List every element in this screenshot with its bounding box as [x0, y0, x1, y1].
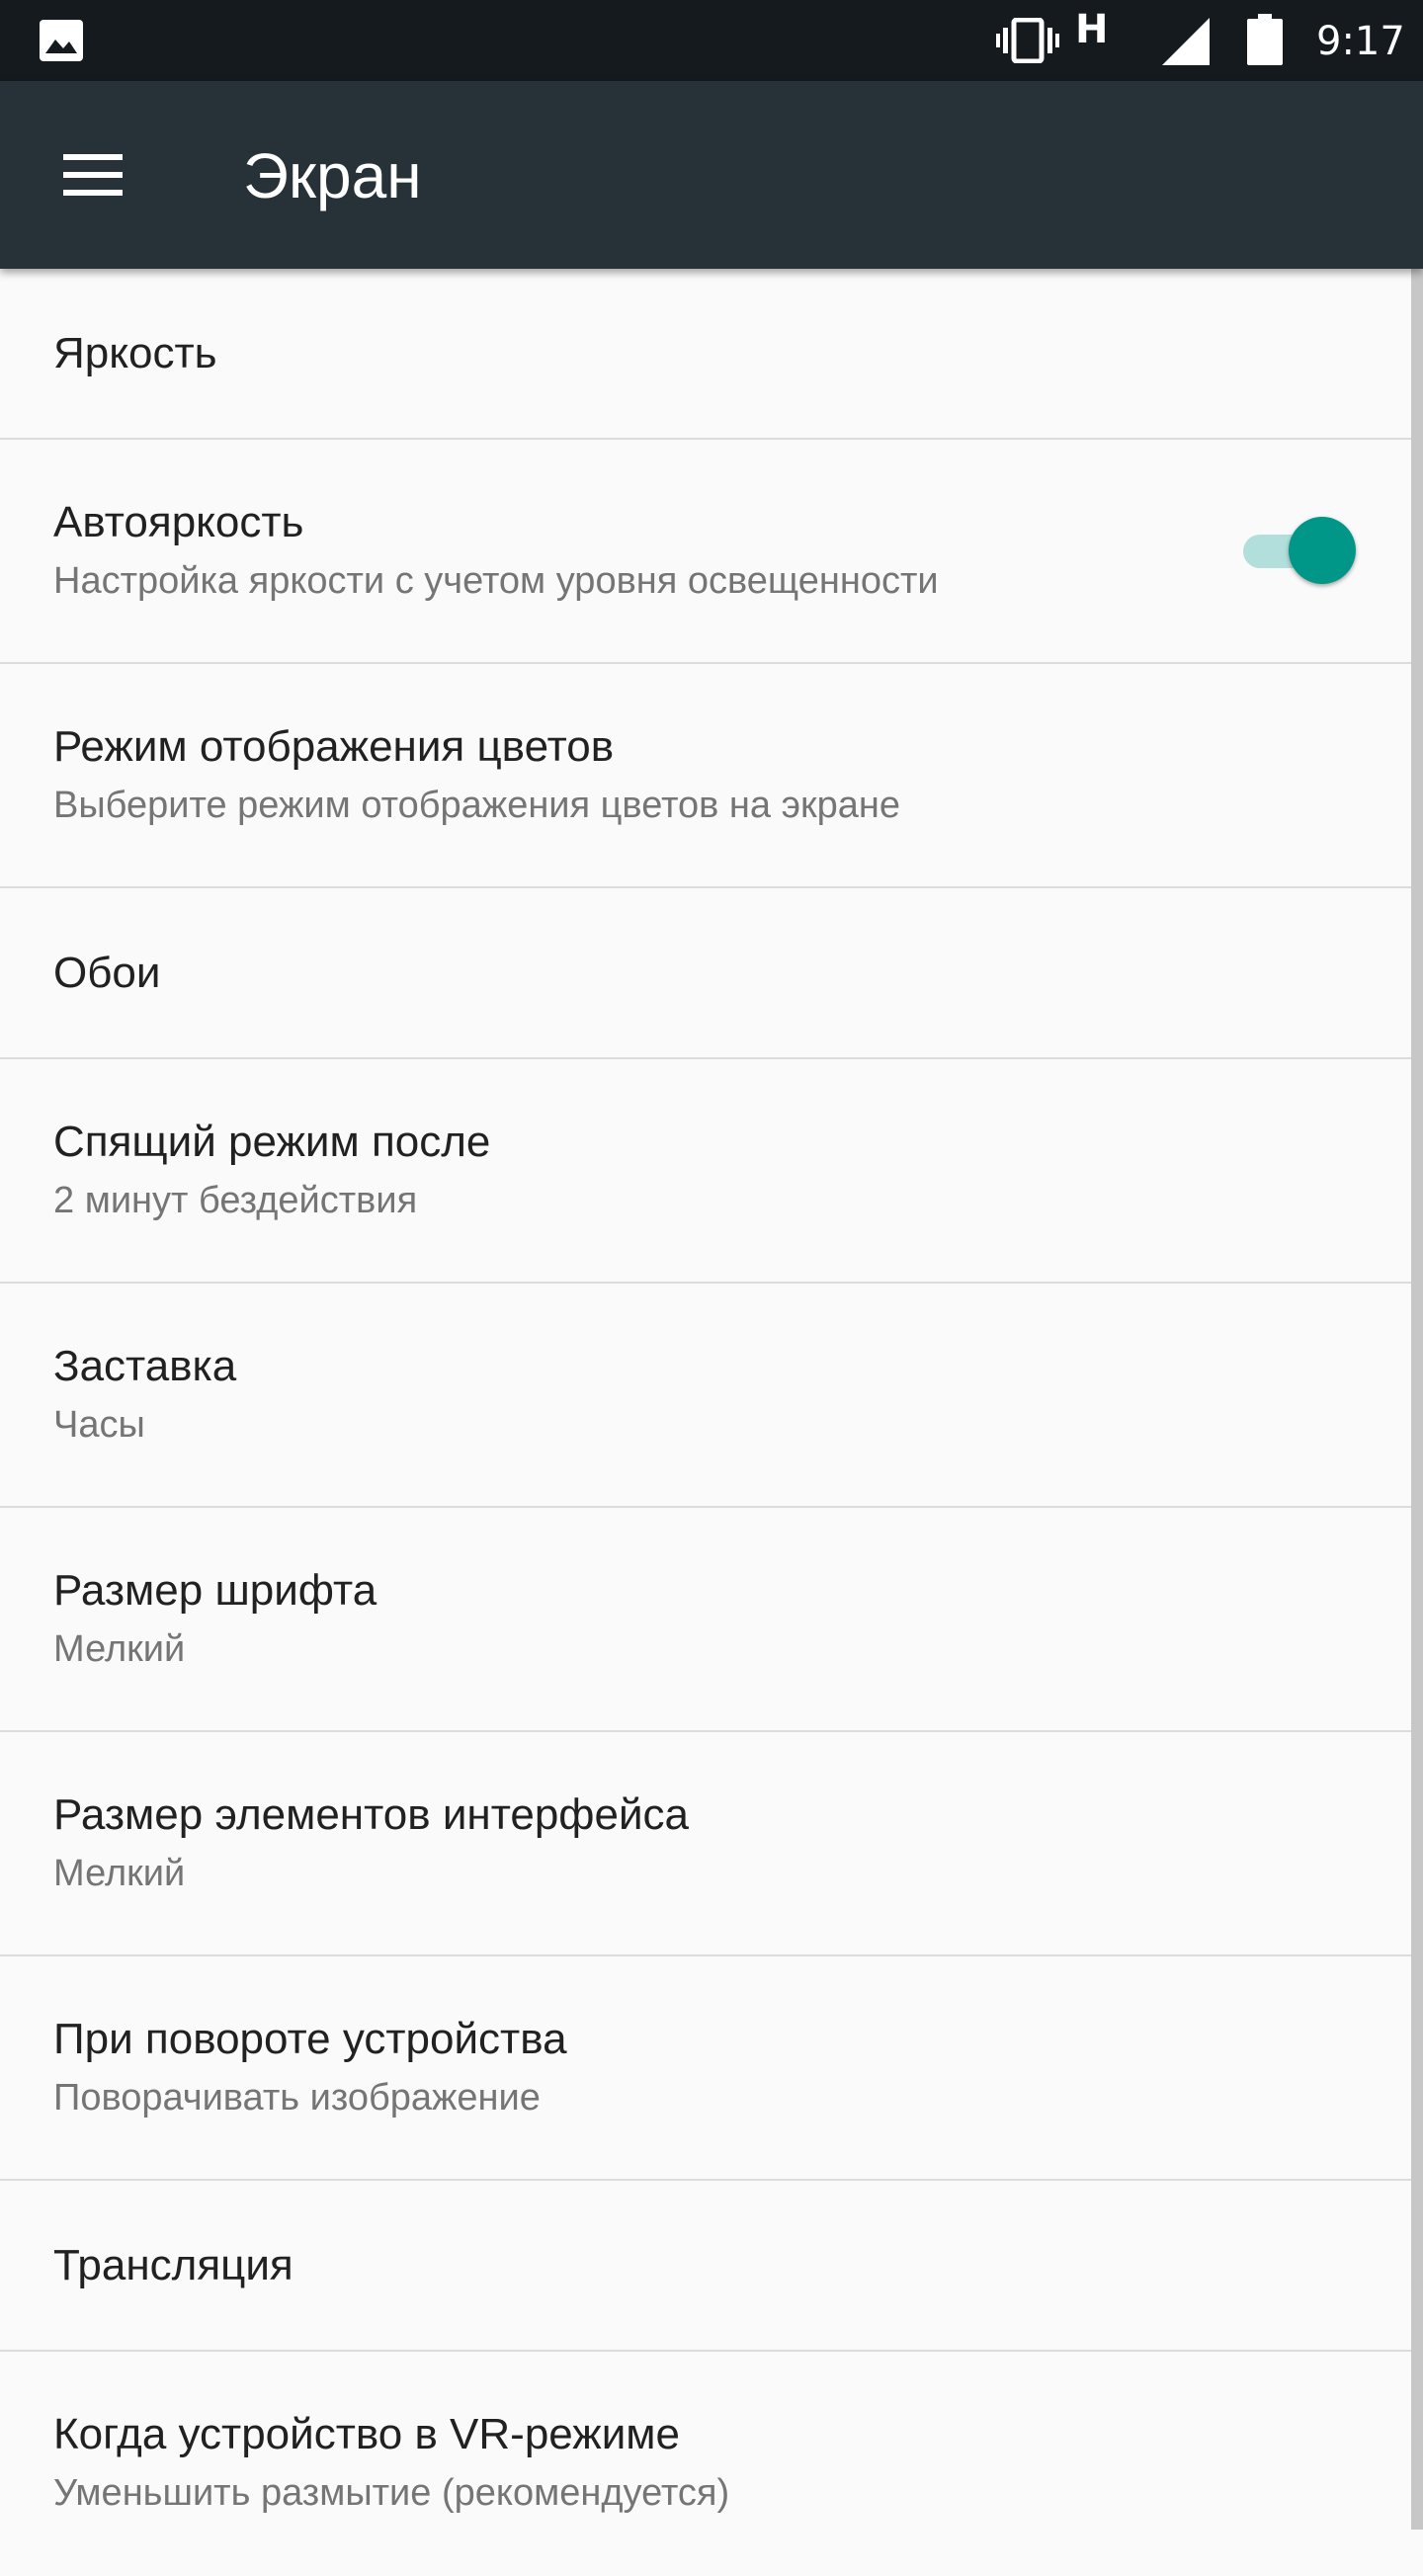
signal-icon	[1162, 18, 1210, 65]
setting-sleep[interactable]: Спящий режим после 2 минут бездействия	[0, 1059, 1411, 1284]
setting-cast[interactable]: Трансляция	[0, 2181, 1411, 2352]
setting-title: Заставка	[53, 1342, 237, 1390]
setting-font-size[interactable]: Размер шрифта Мелкий	[0, 1508, 1411, 1732]
setting-title: Трансляция	[53, 2241, 293, 2289]
setting-title: Размер шрифта	[53, 1566, 377, 1615]
hamburger-menu-icon[interactable]	[47, 131, 134, 218]
network-type-label: H	[1075, 7, 1109, 52]
settings-list: Яркость Автояркость Настройка яркости с …	[0, 269, 1411, 2576]
setting-title: При повороте устройства	[53, 2015, 567, 2063]
setting-summary: Мелкий	[53, 1628, 186, 1670]
setting-summary: Часы	[53, 1404, 145, 1446]
battery-icon	[1247, 14, 1283, 65]
setting-title: Размер элементов интерфейса	[53, 1790, 690, 1839]
setting-title: Когда устройство в VR-режиме	[53, 2410, 681, 2458]
setting-summary: Уменьшить размытие (рекомендуется)	[53, 2472, 730, 2514]
setting-vr-mode[interactable]: Когда устройство в VR-режиме Уменьшить р…	[0, 2352, 1411, 2576]
setting-screensaver[interactable]: Заставка Часы	[0, 1284, 1411, 1508]
setting-summary: 2 минут бездействия	[53, 1180, 418, 1221]
scrollbar[interactable]	[1411, 269, 1423, 2530]
setting-wallpaper[interactable]: Обои	[0, 888, 1411, 1059]
setting-title: Яркость	[53, 329, 217, 377]
setting-auto-brightness[interactable]: Автояркость Настройка яркости с учетом у…	[0, 440, 1411, 664]
setting-summary: Поворачивать изображение	[53, 2077, 541, 2119]
setting-summary: Настройка яркости с учетом уровня освеще…	[53, 560, 939, 602]
setting-color-mode[interactable]: Режим отображения цветов Выберите режим …	[0, 664, 1411, 888]
status-bar: H 9:17	[0, 0, 1423, 81]
setting-summary: Выберите режим отображения цветов на экр…	[53, 785, 901, 826]
setting-title: Автояркость	[53, 498, 304, 546]
app-bar: Экран	[0, 81, 1423, 269]
scroll-thumb[interactable]	[1411, 269, 1423, 2530]
setting-brightness[interactable]: Яркость	[0, 269, 1411, 440]
setting-title: Спящий режим после	[53, 1118, 491, 1166]
gallery-icon	[40, 20, 83, 61]
setting-display-size[interactable]: Размер элементов интерфейса Мелкий	[0, 1732, 1411, 1956]
vibrate-icon	[996, 18, 1059, 63]
page-title: Экран	[243, 140, 422, 211]
setting-title: Обои	[53, 949, 161, 997]
status-time: 9:17	[1316, 19, 1405, 64]
toggle-thumb	[1289, 517, 1356, 584]
setting-summary: Мелкий	[53, 1853, 186, 1894]
setting-rotation[interactable]: При повороте устройства Поворачивать изо…	[0, 1956, 1411, 2181]
setting-title: Режим отображения цветов	[53, 722, 615, 771]
auto-brightness-toggle[interactable]	[1243, 517, 1358, 586]
